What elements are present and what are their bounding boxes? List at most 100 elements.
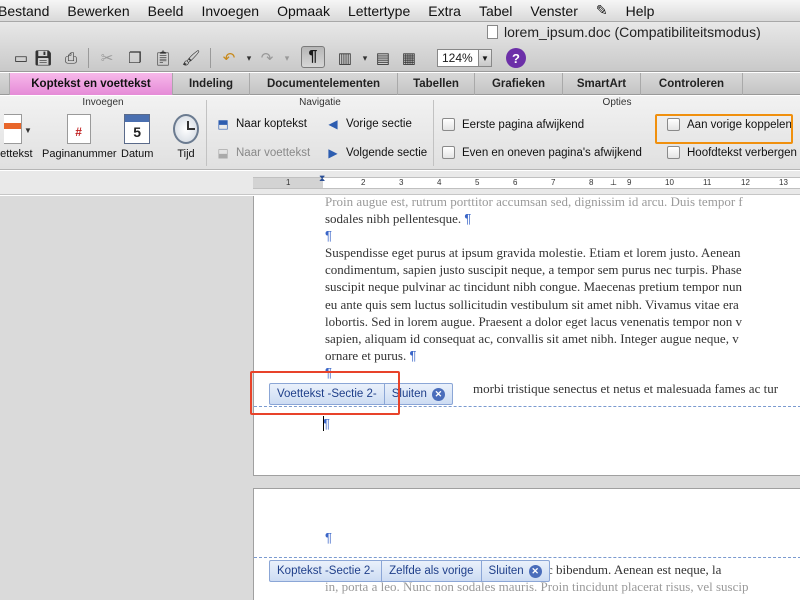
date-button[interactable]: 5 Datum [121, 114, 153, 160]
print-icon[interactable]: ⎙ [60, 48, 82, 68]
menu-beeld[interactable]: Beeld [139, 3, 193, 19]
toolbox-icon[interactable]: ▤ [372, 48, 394, 68]
document-icon [487, 25, 498, 39]
group-divider [206, 100, 207, 166]
menu-extra[interactable]: Extra [419, 3, 470, 19]
sidebar-toggle-icon[interactable]: ▥ [334, 48, 356, 68]
paste-icon[interactable]: 📋︎ [152, 48, 174, 68]
time-label: Tijd [177, 148, 195, 160]
menu-invoegen[interactable]: Invoegen [192, 3, 268, 19]
page-2: ¶ ue nunc bibendum. Aenean est neque, la… [253, 488, 800, 600]
ruler-label: 7 [551, 178, 556, 187]
zoom-dropdown-icon[interactable]: ▼ [479, 49, 492, 67]
zoom-field[interactable]: 124% [437, 49, 479, 67]
footer-button[interactable]: oettekst [0, 114, 33, 160]
ruler-label: 13 [779, 178, 788, 187]
tab-koptekst-en-voettekst[interactable]: Koptekst en voettekst [10, 73, 173, 95]
indent-marker-icon[interactable]: ⧗ [319, 173, 325, 184]
copy-icon[interactable]: ❐ [124, 48, 146, 68]
format-painter-icon[interactable]: 🖌︎ [180, 48, 202, 68]
script-icon[interactable]: ✎ [587, 2, 617, 19]
previous-section-button[interactable]: ◀ Vorige sectie [325, 116, 411, 132]
header-close-button[interactable]: Sluiten ✕ [482, 561, 549, 581]
hide-body-text-option[interactable]: Hoofdtekst verbergen [667, 146, 797, 159]
ruler-label: 5 [475, 178, 480, 187]
hide-body-text-label: Hoofdtekst verbergen [687, 146, 797, 159]
menu-lettertype[interactable]: Lettertype [339, 3, 419, 19]
ruler-label: 11 [703, 178, 712, 187]
tab-indeling[interactable]: Indeling [173, 73, 250, 95]
ruler-label: 1 [286, 178, 291, 187]
next-section-icon: ▶ [328, 146, 338, 160]
different-first-page-option[interactable]: Eerste pagina afwijkend [442, 118, 584, 131]
text-line: Proin augue est, rutrum porttitor accums… [325, 194, 743, 209]
next-section-button[interactable]: ▶ Volgende sectie [325, 145, 427, 161]
footer-dropdown-icon[interactable]: ▼ [24, 126, 32, 135]
text-line: Suspendisse eget purus at ipsum gravida … [325, 245, 741, 261]
hide-body-text-checkbox[interactable] [667, 146, 680, 159]
page-number-icon: # [67, 114, 92, 144]
ribbon-tabs: Koptekst en voettekst Indeling Documente… [0, 73, 800, 95]
group-title-opties: Opties [602, 97, 632, 108]
tab-stop-icon[interactable]: ⊥ [610, 178, 617, 187]
footer-button-label: oettekst [0, 148, 33, 160]
standard-toolbar: lorem_ipsum.doc (Compatibiliteitsmodus) … [0, 22, 800, 72]
group-title-invoegen: Invoegen [82, 97, 124, 108]
page-number-button[interactable]: # Paginanummer [42, 114, 117, 160]
window-title-text: lorem_ipsum.doc (Compatibiliteitsmodus) [504, 24, 761, 40]
menu-bestand[interactable]: Bestand [0, 3, 58, 19]
ruler-label: 2 [361, 178, 366, 187]
go-to-header-button[interactable]: ⬒ Naar koptekst [215, 116, 307, 132]
ruler-label: 4 [437, 178, 442, 187]
text-line: condimentum, sapien justo suscipit neque… [325, 262, 742, 278]
ruler-area: ⧗ 1 2 3 4 5 6 7 8 9 10 11 12 13 ⊥ [0, 171, 800, 195]
ruler-label: 12 [741, 178, 750, 187]
menu-tabel[interactable]: Tabel [470, 3, 521, 19]
menu-bewerken[interactable]: Bewerken [58, 3, 138, 19]
media-browser-icon[interactable]: ▦ [398, 48, 420, 68]
previous-section-icon: ◀ [328, 117, 338, 131]
text-line: lobortis. Sed in lorem augue. Praesent a… [325, 313, 742, 329]
tab-tabellen[interactable]: Tabellen [398, 73, 475, 95]
header-tab[interactable]: Koptekst -Sectie 2- Zelfde als vorige Sl… [269, 560, 550, 582]
time-button[interactable]: Tijd [173, 114, 199, 160]
go-to-header-icon: ⬒ [217, 117, 229, 131]
header-paragraph[interactable]: ¶ [325, 529, 800, 546]
text-line: suscipit neque pulvinar ac tincidunt nib… [325, 279, 742, 295]
undo-icon[interactable]: ↶ [218, 48, 240, 68]
clock-icon [173, 114, 199, 144]
show-formatting-button[interactable]: ¶ [301, 46, 325, 68]
tab-controleren[interactable]: Controleren [641, 73, 743, 95]
cut-icon[interactable]: ✂ [96, 48, 118, 68]
menu-venster[interactable]: Venster [521, 3, 586, 19]
different-odd-even-checkbox[interactable] [442, 146, 455, 159]
horizontal-ruler[interactable]: ⧗ 1 2 3 4 5 6 7 8 9 10 11 12 13 ⊥ [253, 173, 800, 189]
tab-smartart[interactable]: SmartArt [563, 73, 641, 95]
help-icon[interactable]: ? [506, 48, 526, 68]
ruler-label: 3 [399, 178, 404, 187]
ruler-label: 8 [589, 178, 594, 187]
go-to-footer-button[interactable]: ⬓ Naar voettekst [215, 145, 310, 161]
new-document-icon[interactable]: ▭ [10, 48, 32, 68]
different-first-page-checkbox[interactable] [442, 118, 455, 131]
go-to-header-label: Naar koptekst [236, 118, 307, 130]
tab-documentelementen[interactable]: Documentelementen [250, 73, 398, 95]
text-line: ornare et purus. ¶ [325, 347, 417, 363]
header-section-label: Koptekst -Sectie 2- [270, 561, 383, 581]
tab-grafieken[interactable]: Grafieken [475, 73, 563, 95]
save-icon[interactable]: 💾︎ [32, 48, 54, 68]
footer-paragraph[interactable]: ¶ [323, 415, 800, 432]
group-title-navigatie: Navigatie [299, 97, 341, 108]
page-1: Proin augue est, rutrum porttitor accums… [253, 193, 800, 476]
redo-icon[interactable]: ↷ [256, 48, 278, 68]
body-paragraph[interactable]: Proin augue est, rutrum porttitor accums… [325, 193, 800, 381]
menu-opmaak[interactable]: Opmaak [268, 3, 339, 19]
text-cursor [323, 416, 324, 431]
toolbar-divider [210, 48, 211, 68]
redo-dropdown-icon[interactable]: ▾ [276, 48, 298, 68]
menu-help[interactable]: Help [617, 3, 664, 19]
different-odd-even-option[interactable]: Even en oneven pagina's afwijkend [442, 146, 642, 159]
different-odd-even-label: Even en oneven pagina's afwijkend [462, 146, 642, 159]
text-line: sapien, aliquam id consequat ac, convall… [325, 330, 739, 346]
toolbar-divider [88, 48, 89, 68]
